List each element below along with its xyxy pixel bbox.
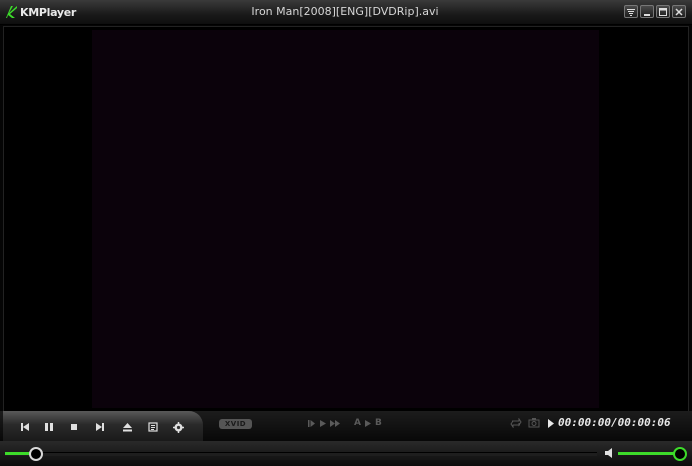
close-button[interactable]: [672, 5, 686, 18]
video-area[interactable]: [3, 26, 689, 412]
maximize-button[interactable]: [656, 5, 670, 18]
repeat-b-button[interactable]: B: [375, 418, 382, 428]
player-window: KMPlayer Iron Man[2008][ENG][DVDRip].avi: [0, 0, 692, 466]
menu-icon: [627, 8, 635, 16]
video-frame-content[interactable]: [92, 30, 599, 408]
menu-button[interactable]: [624, 5, 638, 18]
window-title: Iron Man[2008][ENG][DVDRip].avi: [251, 5, 439, 18]
repeat-a-button[interactable]: A: [354, 418, 361, 428]
app-logo[interactable]: KMPlayer: [5, 4, 76, 20]
minimize-icon: [644, 13, 650, 16]
minimize-button[interactable]: [640, 5, 654, 18]
eject-icon: [122, 423, 132, 432]
pause-button[interactable]: [42, 420, 56, 434]
volume-icon[interactable]: [605, 448, 613, 458]
seek-handle[interactable]: [29, 447, 43, 461]
playback-controls-panel: [3, 411, 203, 441]
play-speed-icon[interactable]: [320, 419, 326, 428]
playlist-icon: [148, 422, 158, 432]
seek-bar[interactable]: [5, 452, 597, 456]
fast-forward-icon[interactable]: [330, 419, 340, 428]
volume-slider-fill: [618, 452, 679, 455]
frame-step-icon[interactable]: [308, 419, 316, 428]
title-bar[interactable]: KMPlayer Iron Man[2008][ENG][DVDRip].avi: [0, 0, 692, 25]
settings-button[interactable]: [171, 420, 185, 434]
playlist-button[interactable]: [146, 420, 160, 434]
close-icon: [675, 7, 683, 16]
app-logo-text: KMPlayer: [20, 5, 77, 19]
next-button[interactable]: [93, 420, 107, 434]
volume-handle[interactable]: [673, 447, 687, 461]
previous-icon: [21, 423, 29, 431]
kmplayer-logo-icon: [6, 6, 17, 18]
settings-icon: [172, 421, 184, 433]
repeat-arrow-icon: [364, 419, 371, 427]
maximize-icon: [659, 7, 667, 16]
pause-icon: [45, 423, 53, 431]
capture-icon[interactable]: [528, 418, 540, 428]
previous-button[interactable]: [18, 420, 32, 434]
codec-badge: XVID: [219, 419, 252, 429]
stop-button[interactable]: [67, 420, 81, 434]
time-display[interactable]: 00:00:00/00:00:06: [558, 416, 671, 429]
play-state-icon: [548, 419, 554, 428]
eject-button[interactable]: [120, 420, 134, 434]
repeat-icon[interactable]: [510, 418, 522, 428]
stop-icon: [71, 424, 77, 430]
next-icon: [96, 423, 104, 431]
seek-row: [0, 441, 692, 466]
